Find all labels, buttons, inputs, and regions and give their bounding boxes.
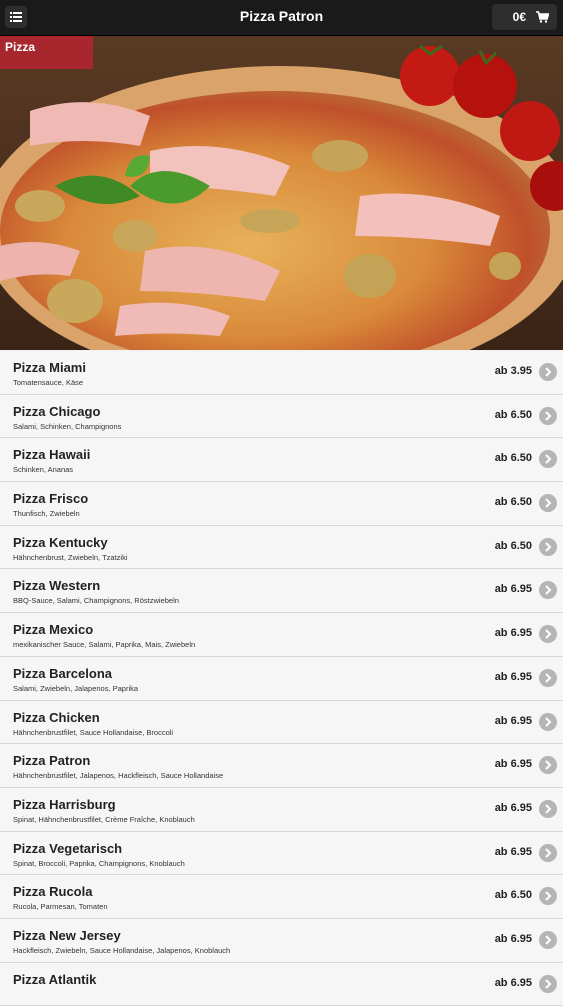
item-name: Pizza Chicken (13, 709, 100, 725)
chevron-right-icon[interactable] (539, 799, 557, 818)
item-name: Pizza Frisco (13, 491, 89, 507)
item-price: ab 6.95 (494, 714, 532, 727)
item-description: Thunfisch, Zwiebeln (13, 509, 80, 519)
item-description: Salami, Zwiebeln, Jalapenos, Paprika (13, 683, 139, 693)
item-description: BBQ-Sauce, Salami, Champignons, Röstzwie… (13, 596, 179, 606)
item-description: Tomatensauce, Käse (13, 378, 84, 387)
item-name: Pizza Vegetarisch (13, 840, 123, 856)
app-title: Pizza Patron (239, 8, 324, 24)
item-price: ab 6.50 (494, 496, 532, 509)
cart-total: 0€ (512, 10, 526, 24)
item-description: Hackfleisch, Zwiebeln, Sauce Hollandaise… (13, 945, 231, 955)
item-description: Spinat, Hähnchenbrustfilet, Crème Fraîch… (13, 814, 195, 824)
menu-list: Pizza Miami Tomatensauce, Käse ab 3.95 P… (0, 351, 563, 1006)
chevron-right-icon[interactable] (539, 712, 557, 731)
item-description: Hähnchenbrustfilet, Sauce Hollandaise, B… (13, 727, 174, 737)
item-name: Pizza Rucola (13, 884, 93, 900)
item-description: Salami, Schinken, Champignons (13, 421, 122, 431)
list-item[interactable]: Pizza Harrisburg Spinat, Hähnchenbrustfi… (0, 787, 563, 832)
item-price: ab 6.95 (494, 932, 532, 945)
chevron-right-icon[interactable] (539, 494, 557, 513)
top-bar: Pizza Patron 0€ (0, 0, 563, 36)
hero-pizza-image: Pizza (0, 36, 563, 350)
chevron-right-icon[interactable] (539, 756, 557, 775)
item-description: mexikanischer Sauce, Salami, Paprika, Ma… (13, 640, 196, 650)
item-name: Pizza Western (13, 578, 101, 594)
list-item[interactable]: Pizza Miami Tomatensauce, Käse ab 3.95 (0, 351, 563, 395)
chevron-right-icon[interactable] (539, 887, 557, 906)
list-item[interactable]: Pizza Frisco Thunfisch, Zwiebeln ab 6.50 (0, 482, 563, 526)
item-description: Hähnchenbrustfilet, Jalapenos, Hackfleis… (13, 771, 224, 781)
item-price: ab 6.50 (494, 889, 532, 902)
list-item[interactable]: Pizza Patron Hähnchenbrustfilet, Jalapen… (0, 744, 563, 788)
list-item[interactable]: Pizza Barcelona Salami, Zwiebeln, Jalape… (0, 656, 563, 701)
item-name: Pizza Kentucky (13, 534, 108, 550)
chevron-right-icon[interactable] (539, 930, 557, 949)
chevron-right-icon[interactable] (539, 843, 557, 862)
item-price: ab 3.95 (494, 365, 532, 377)
item-name: Pizza Harrisburg (13, 796, 116, 812)
cart-button[interactable]: 0€ (492, 4, 557, 30)
item-name: Pizza Miami (13, 360, 86, 375)
list-item[interactable]: Pizza Kentucky Hähnchenbrust, Zwiebeln, … (0, 525, 563, 570)
list-item[interactable]: Pizza Hawaii Schinken, Ananas ab 6.50 (0, 438, 563, 483)
item-price: ab 6.95 (494, 583, 532, 596)
item-name: Pizza Barcelona (13, 665, 112, 681)
list-item[interactable]: Pizza Chicago Salami, Schinken, Champign… (0, 394, 563, 439)
item-price: ab 6.50 (494, 452, 532, 465)
item-price: ab 6.50 (494, 408, 532, 421)
item-description: Schinken, Ananas (13, 465, 74, 475)
item-name: Pizza Patron (13, 753, 91, 769)
item-price: ab 6.95 (494, 845, 532, 858)
chevron-right-icon[interactable] (539, 581, 557, 600)
item-description: Hähnchenbrust, Zwiebeln, Tzatziki (13, 552, 128, 562)
chevron-right-icon[interactable] (539, 450, 557, 469)
item-description: Rucola, Parmesan, Tomaten (13, 902, 108, 912)
list-item[interactable]: Pizza Rucola Rucola, Parmesan, Tomaten a… (0, 875, 563, 919)
chevron-right-icon[interactable] (539, 406, 557, 425)
pizza-illustration (0, 36, 563, 350)
item-price: ab 6.95 (494, 627, 532, 640)
list-item[interactable]: Pizza New Jersey Hackfleisch, Zwiebeln, … (0, 918, 563, 963)
item-price: ab 6.95 (494, 670, 532, 683)
chevron-right-icon[interactable] (539, 668, 557, 687)
list-item[interactable]: Pizza Vegetarisch Spinat, Broccoli, Papr… (0, 831, 563, 876)
category-tab-pizza[interactable]: Pizza (0, 36, 93, 69)
chevron-right-icon[interactable] (539, 974, 557, 993)
item-price: ab 6.95 (494, 976, 532, 989)
item-price: ab 6.95 (494, 758, 532, 771)
list-item[interactable]: Pizza Mexico mexikanischer Sauce, Salami… (0, 613, 563, 657)
item-name: Pizza Atlantik (13, 971, 97, 987)
cart-icon (536, 11, 549, 23)
list-item[interactable]: Pizza Western BBQ-Sauce, Salami, Champig… (0, 569, 563, 614)
item-price: ab 6.50 (494, 539, 532, 552)
list-item[interactable]: Pizza Atlantik ab 6.95 (0, 962, 563, 1006)
item-price: ab 6.95 (494, 801, 532, 814)
item-name: Pizza Hawaii (13, 447, 91, 463)
chevron-right-icon[interactable] (539, 625, 557, 644)
item-name: Pizza Mexico (13, 622, 94, 638)
item-name: Pizza Chicago (13, 403, 101, 419)
chevron-right-icon[interactable] (539, 537, 557, 556)
item-name: Pizza New Jersey (13, 927, 121, 943)
chevron-right-icon[interactable] (539, 363, 557, 381)
list-item[interactable]: Pizza Chicken Hähnchenbrustfilet, Sauce … (0, 700, 563, 745)
item-description: Spinat, Broccoli, Paprika, Champignons, … (13, 858, 185, 868)
